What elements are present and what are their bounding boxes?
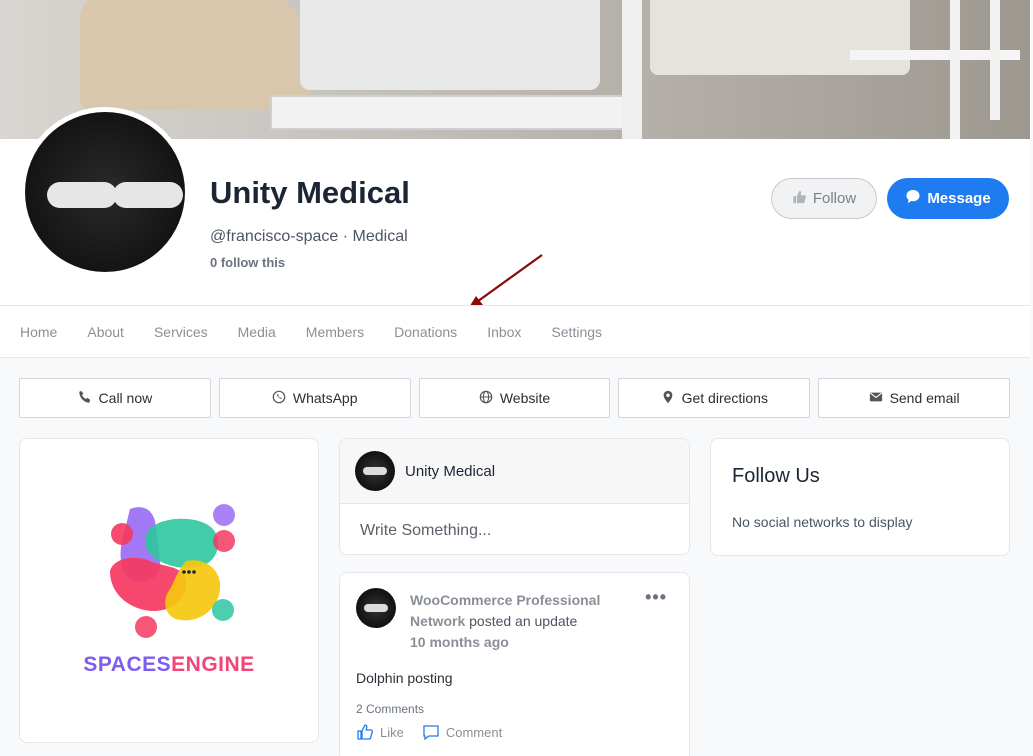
logo-card: SPACESENGINE xyxy=(19,438,319,743)
logo-wordmark: SPACESENGINE xyxy=(83,653,255,676)
tab-members[interactable]: Members xyxy=(306,324,364,340)
follow-button[interactable]: Follow xyxy=(771,178,877,219)
globe-icon xyxy=(479,390,493,407)
composer-input[interactable]: Write Something... xyxy=(340,504,689,554)
tab-services[interactable]: Services xyxy=(154,324,208,340)
comment-count[interactable]: 2 Comments xyxy=(356,702,424,716)
tab-donations[interactable]: Donations xyxy=(394,324,457,340)
post-reactions: Like Comment xyxy=(356,723,502,741)
follow-us-title: Follow Us xyxy=(732,465,820,487)
spaces-engine-logo xyxy=(110,504,235,638)
contact-actions: Call now WhatsApp Website Get directions… xyxy=(19,378,1010,418)
post-meta: WooCommerce Professional Network posted … xyxy=(410,590,610,653)
more-options-icon[interactable]: ••• xyxy=(645,587,667,608)
tab-inbox[interactable]: Inbox xyxy=(487,324,521,340)
profile-handle: @francisco-space · Medical xyxy=(210,228,408,245)
post-action: posted an update xyxy=(469,613,578,629)
profile-nav: Home About Services Media Members Donati… xyxy=(0,305,1030,358)
call-now-button[interactable]: Call now xyxy=(19,378,211,418)
get-directions-button[interactable]: Get directions xyxy=(618,378,811,418)
tab-home[interactable]: Home xyxy=(20,324,57,340)
comment-button[interactable]: Comment xyxy=(422,723,502,741)
whatsapp-button[interactable]: WhatsApp xyxy=(218,378,411,418)
cover-image xyxy=(0,0,1030,139)
send-email-button[interactable]: Send email xyxy=(818,378,1010,418)
thumbs-up-icon xyxy=(357,724,374,740)
message-button[interactable]: Message xyxy=(887,178,1009,219)
post-composer: Unity Medical Write Something... xyxy=(339,438,690,555)
follower-count: 0 follow this xyxy=(210,255,286,270)
tab-about[interactable]: About xyxy=(87,324,124,340)
chat-bubble-icon xyxy=(905,189,921,208)
post-time[interactable]: 10 months ago xyxy=(410,632,610,653)
map-pin-icon xyxy=(661,390,675,407)
phone-icon xyxy=(78,390,92,407)
profile-avatar[interactable] xyxy=(20,107,190,277)
page-title: Unity Medical xyxy=(210,175,410,210)
tab-settings[interactable]: Settings xyxy=(551,324,602,340)
composer-avatar xyxy=(355,451,395,491)
post-body: Dolphin posting xyxy=(356,670,453,686)
composer-author: Unity Medical xyxy=(405,462,496,480)
comment-icon xyxy=(423,725,439,741)
post-avatar[interactable] xyxy=(356,588,396,628)
like-button[interactable]: Like xyxy=(356,723,404,741)
website-button[interactable]: Website xyxy=(418,378,611,418)
annotation-arrow xyxy=(468,254,543,309)
thumbs-up-icon xyxy=(792,190,807,208)
activity-post: WooCommerce Professional Network posted … xyxy=(339,572,690,756)
tab-media[interactable]: Media xyxy=(238,324,276,340)
follow-us-card: Follow Us No social networks to display xyxy=(710,438,1010,556)
follow-us-empty: No social networks to display xyxy=(732,514,913,530)
envelope-icon xyxy=(869,390,883,407)
whatsapp-icon xyxy=(272,390,286,407)
